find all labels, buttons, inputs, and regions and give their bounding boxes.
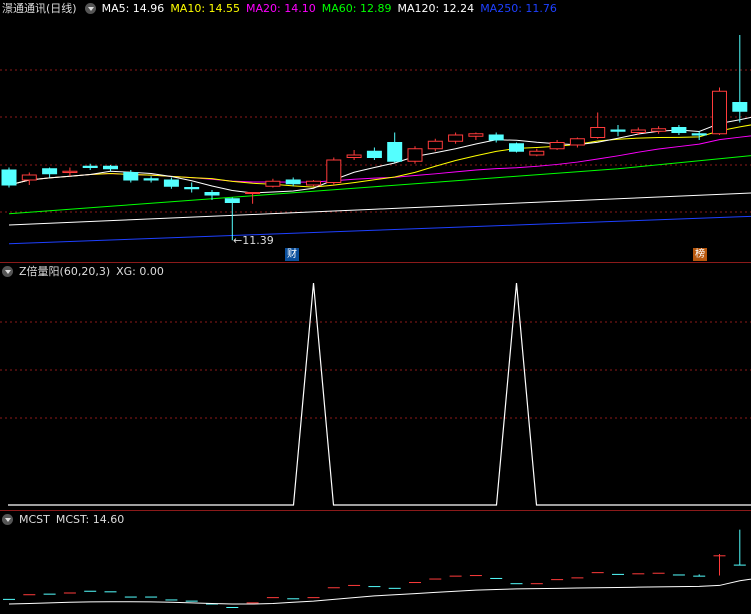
candle-up	[468, 133, 484, 137]
ma60-line	[8, 155, 751, 215]
ma20-line	[8, 135, 751, 186]
dragon-tiger-list-badge[interactable]: 榜	[693, 248, 707, 261]
candle-down	[82, 165, 98, 168]
candle-down	[671, 127, 687, 133]
candle-up	[407, 148, 423, 162]
ma5-line	[8, 116, 751, 194]
candle-down	[285, 179, 301, 185]
xg-signal-line	[8, 282, 751, 506]
candlestick-chart[interactable]	[0, 0, 751, 262]
candle-up	[62, 170, 78, 173]
candle-down	[691, 133, 707, 136]
main-chart-panel[interactable]: 澋通通讯(日线) MA5: 14.96 MA10: 14.55 MA20: 14…	[0, 0, 751, 262]
mcst-panel[interactable]: MCST MCST: 14.60	[0, 511, 751, 614]
candle-down	[123, 172, 139, 181]
candle-up	[651, 128, 667, 132]
candle-up	[245, 192, 261, 194]
candle-up	[569, 138, 585, 146]
candle-up	[346, 154, 362, 158]
candle-down	[509, 143, 524, 152]
candle-down	[143, 178, 159, 181]
candle-up	[265, 180, 281, 187]
candle-up	[326, 159, 342, 183]
financial-report-badge[interactable]: 财	[285, 248, 299, 261]
candle-down	[366, 150, 382, 158]
mcst-chart[interactable]	[0, 511, 751, 614]
indicator-chart[interactable]	[0, 263, 751, 510]
candle-up	[306, 180, 321, 186]
candle-down	[732, 102, 748, 112]
candle-down	[103, 165, 118, 170]
candle-up	[427, 140, 443, 150]
candle-down	[163, 179, 179, 187]
candle-up	[590, 127, 606, 138]
indicator-panel[interactable]: Z倍量阳(60,20,3) XG: 0.00	[0, 263, 751, 510]
low-price-marker: ←11.39	[233, 234, 274, 247]
candle-up	[549, 142, 565, 150]
candle-down	[387, 142, 403, 162]
candle-down	[1, 169, 17, 186]
candle-up	[448, 134, 464, 142]
candle-down	[42, 168, 58, 175]
candle-up	[630, 129, 646, 133]
candle-down	[204, 192, 220, 196]
candle-down	[224, 198, 240, 203]
mcst-line	[8, 578, 751, 605]
candle-down	[488, 134, 504, 141]
candle-down	[184, 187, 200, 190]
candle-up	[21, 174, 37, 181]
candle-down	[610, 129, 626, 132]
candle-up	[529, 150, 545, 156]
ma250-line	[8, 215, 751, 245]
candle-up	[712, 90, 727, 135]
